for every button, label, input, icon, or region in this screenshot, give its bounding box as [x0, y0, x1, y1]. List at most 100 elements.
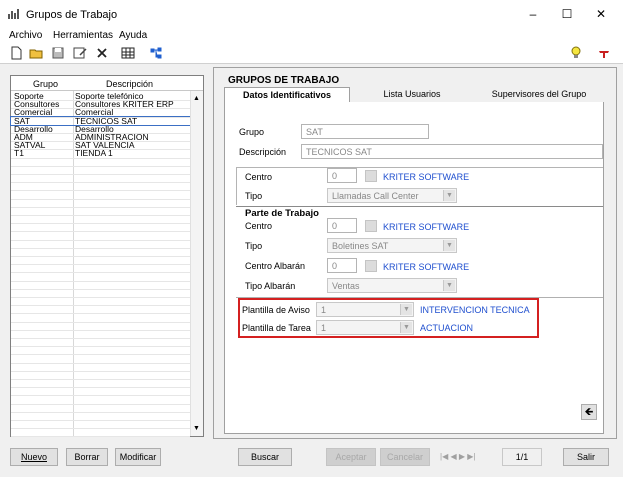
close-button[interactable]: ✕: [586, 4, 616, 24]
descripcion-field[interactable]: TECNICOS SAT: [301, 144, 603, 159]
window-title: Grupos de Trabajo: [26, 9, 118, 21]
grid-line: [11, 280, 190, 282]
tab-datos-identificativos[interactable]: Datos Identificativos: [224, 87, 350, 102]
grid-line: [11, 190, 190, 192]
menu-herramientas[interactable]: Herramientas: [53, 30, 113, 41]
plantilla-aviso-name: INTERVENCION TECNICA: [420, 305, 530, 315]
chevron-down-icon[interactable]: ▼: [443, 240, 455, 251]
grupo-cell: Soporte: [14, 92, 44, 100]
plantilla-tarea-value: 1: [321, 323, 327, 333]
save-icon[interactable]: [50, 45, 66, 61]
cancelar-button[interactable]: Cancelar: [380, 448, 430, 466]
grupo-field[interactable]: SAT: [301, 124, 429, 139]
parte-centro-name: KRITER SOFTWARE: [383, 222, 470, 232]
grid-line: [11, 387, 190, 389]
page-label: 1/1: [515, 452, 529, 462]
salir-button[interactable]: Salir: [563, 448, 609, 466]
table-row[interactable]: Comercial Comercial: [11, 108, 190, 116]
centro-field[interactable]: 0: [327, 168, 357, 183]
descripcion-cell: Desarrollo: [75, 124, 114, 133]
grid-line: [11, 354, 190, 356]
record-navigation[interactable]: |◀ ◀ ▶ ▶|: [440, 452, 475, 461]
plantilla-aviso-select[interactable]: 1 ▼: [316, 302, 414, 317]
tipo-value: Llamadas Call Center: [332, 191, 419, 201]
borrar-label: Borrar: [74, 452, 100, 462]
back-arrow-button[interactable]: 🡸: [581, 404, 597, 420]
nuevo-button[interactable]: Nuevo: [10, 448, 58, 466]
menu-archivo[interactable]: Archivo: [9, 30, 42, 41]
grid-line: [11, 247, 190, 249]
grupo-label: Grupo: [239, 127, 265, 137]
maximize-button[interactable]: ☐: [552, 4, 582, 24]
section-title: GRUPOS DE TRABAJO: [228, 75, 340, 86]
tipo-select[interactable]: Llamadas Call Center ▼: [327, 188, 457, 203]
details-panel: GRUPOS DE TRABAJO Datos Identificativos …: [213, 67, 617, 439]
exit-icon[interactable]: [596, 45, 612, 61]
aceptar-button[interactable]: Aceptar: [326, 448, 376, 466]
centro-albaran-name: KRITER SOFTWARE: [383, 262, 470, 272]
nuevo-label: Nuevo: [20, 452, 47, 462]
tab-supervisores-del-grupo[interactable]: Supervisores del Grupo: [474, 87, 604, 102]
parte-tipo-select[interactable]: Boletines SAT ▼: [327, 238, 457, 253]
parte-centro-label: Centro: [245, 221, 273, 231]
grid-line: [11, 272, 190, 274]
grid-line: [11, 182, 190, 184]
table-row[interactable]: T1 TIENDA 1: [11, 149, 190, 157]
grid-line: [11, 428, 190, 430]
parte-de-trabajo-title: Parte de Trabajo: [245, 208, 319, 219]
column-header-descripcion[interactable]: Descripción: [106, 79, 153, 89]
list-scrollbar[interactable]: ▲ ▼: [190, 91, 203, 436]
table-row[interactable]: Consultores Consultores KRITER ERP: [11, 100, 190, 108]
edit-icon[interactable]: [72, 45, 88, 61]
chevron-down-icon[interactable]: ▼: [443, 190, 455, 201]
buscar-button[interactable]: Buscar: [238, 448, 292, 466]
scroll-down-icon[interactable]: ▼: [193, 425, 200, 432]
grid-line: [11, 215, 190, 216]
chevron-down-icon[interactable]: ▼: [443, 280, 455, 291]
table-row[interactable]: Desarrollo Desarrollo: [11, 125, 190, 133]
tree-icon[interactable]: [148, 45, 164, 61]
table-row[interactable]: ADM ADMINISTRACION: [11, 133, 190, 141]
grupo-cell: SATVAL: [14, 141, 46, 150]
centro-lookup-button[interactable]: [365, 170, 377, 182]
tipo-albaran-select[interactable]: Ventas ▼: [327, 278, 457, 293]
centro-albaran-lookup-button[interactable]: [365, 260, 377, 272]
lightbulb-icon[interactable]: [568, 45, 584, 61]
parte-centro-lookup-button[interactable]: [365, 220, 377, 232]
menu-ayuda[interactable]: Ayuda: [119, 30, 147, 41]
grid-line: [11, 157, 190, 159]
grid-line: [11, 288, 190, 290]
arrow-left-icon: 🡸: [584, 406, 594, 418]
plantilla-tarea-label: Plantilla de Tarea: [242, 323, 311, 333]
parte-centro-field[interactable]: 0: [327, 218, 357, 233]
grid-line: [11, 379, 190, 380]
grid-icon[interactable]: [120, 45, 136, 61]
modificar-button[interactable]: Modificar: [115, 448, 161, 466]
plantilla-tarea-select[interactable]: 1 ▼: [316, 320, 414, 335]
table-row[interactable]: SATVAL SAT VALENCIA: [11, 141, 190, 149]
grid-line: [11, 198, 190, 200]
table-row[interactable]: Soporte Soporte telefónico: [11, 92, 190, 100]
borrar-button[interactable]: Borrar: [66, 448, 108, 466]
minimize-button[interactable]: –: [518, 4, 548, 24]
chevron-down-icon[interactable]: ▼: [400, 304, 412, 315]
grupo-cell: Comercial: [14, 108, 53, 117]
descripcion-cell: SAT VALENCIA: [75, 141, 135, 150]
table-row[interactable]: SAT TECNICOS SAT: [10, 115, 191, 126]
grid-line: [11, 403, 190, 405]
chevron-down-icon[interactable]: ▼: [400, 322, 412, 333]
separator: [236, 206, 603, 207]
centro-albaran-field[interactable]: 0: [327, 258, 357, 273]
modificar-label: Modificar: [119, 452, 157, 462]
toolbar: [0, 43, 623, 63]
scroll-up-icon[interactable]: ▲: [193, 95, 200, 102]
new-icon[interactable]: [8, 45, 24, 61]
grid-line: [11, 362, 190, 364]
plantilla-aviso-value: 1: [321, 305, 327, 315]
column-header-grupo[interactable]: Grupo: [33, 79, 58, 89]
group-list[interactable]: Grupo Descripción Soporte Soporte telefón…: [10, 75, 204, 438]
tab-lista-usuarios[interactable]: Lista Usuarios: [350, 87, 474, 102]
open-icon[interactable]: [28, 45, 44, 61]
descripcion-cell: ADMINISTRACION: [75, 133, 149, 141]
delete-icon[interactable]: [94, 45, 110, 61]
